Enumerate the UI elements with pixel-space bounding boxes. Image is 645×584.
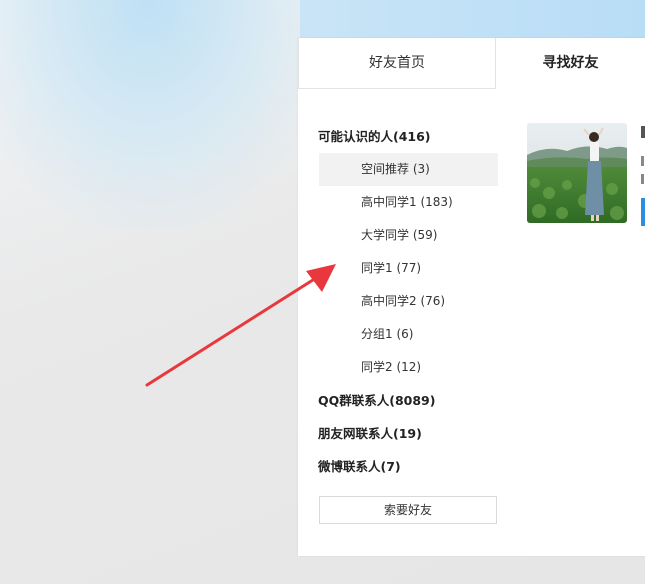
tab-find-friends[interactable]: 寻找好友 (496, 38, 645, 89)
request-friends-button[interactable]: 索要好友 (319, 496, 497, 524)
sidebar-item-highschool-1[interactable]: 高中同学1 (183) (319, 186, 498, 219)
friend-finder-sidebar: 可能认识的人(416) 空间推荐 (3) 高中同学1 (183) 大学同学 (5… (318, 120, 498, 483)
suggestion-name-cropped (641, 126, 645, 138)
profile-photo[interactable] (527, 123, 627, 223)
friends-panel: 好友首页 寻找好友 可能认识的人(416) 空间推荐 (3) 高中同学1 (18… (298, 38, 645, 556)
suggestion-info-cropped-2 (641, 174, 644, 184)
group-weibo-contacts[interactable]: 微博联系人(7) (298, 450, 498, 483)
sidebar-item-classmate-1[interactable]: 同学1 (77) (319, 252, 498, 285)
group-qq-group-contacts[interactable]: QQ群联系人(8089) (298, 384, 498, 417)
group-pengyou-contacts[interactable]: 朋友网联系人(19) (298, 417, 498, 450)
group-people-you-may-know[interactable]: 可能认识的人(416) (298, 120, 498, 153)
background-sky (0, 0, 330, 230)
watermark (551, 525, 621, 544)
sidebar-item-space-recommend[interactable]: 空间推荐 (3) (319, 153, 498, 186)
background-sky-band (300, 0, 645, 40)
sidebar-item-group-1[interactable]: 分组1 (6) (319, 318, 498, 351)
add-friend-button-cropped[interactable] (641, 198, 645, 226)
suggestion-info-cropped (641, 156, 644, 166)
photo-image (527, 123, 627, 223)
sidebar-item-highschool-2[interactable]: 高中同学2 (76) (319, 285, 498, 318)
sidebar-item-classmate-2[interactable]: 同学2 (12) (319, 351, 498, 384)
tab-friends-home[interactable]: 好友首页 (298, 38, 496, 89)
sidebar-item-university[interactable]: 大学同学 (59) (319, 219, 498, 252)
